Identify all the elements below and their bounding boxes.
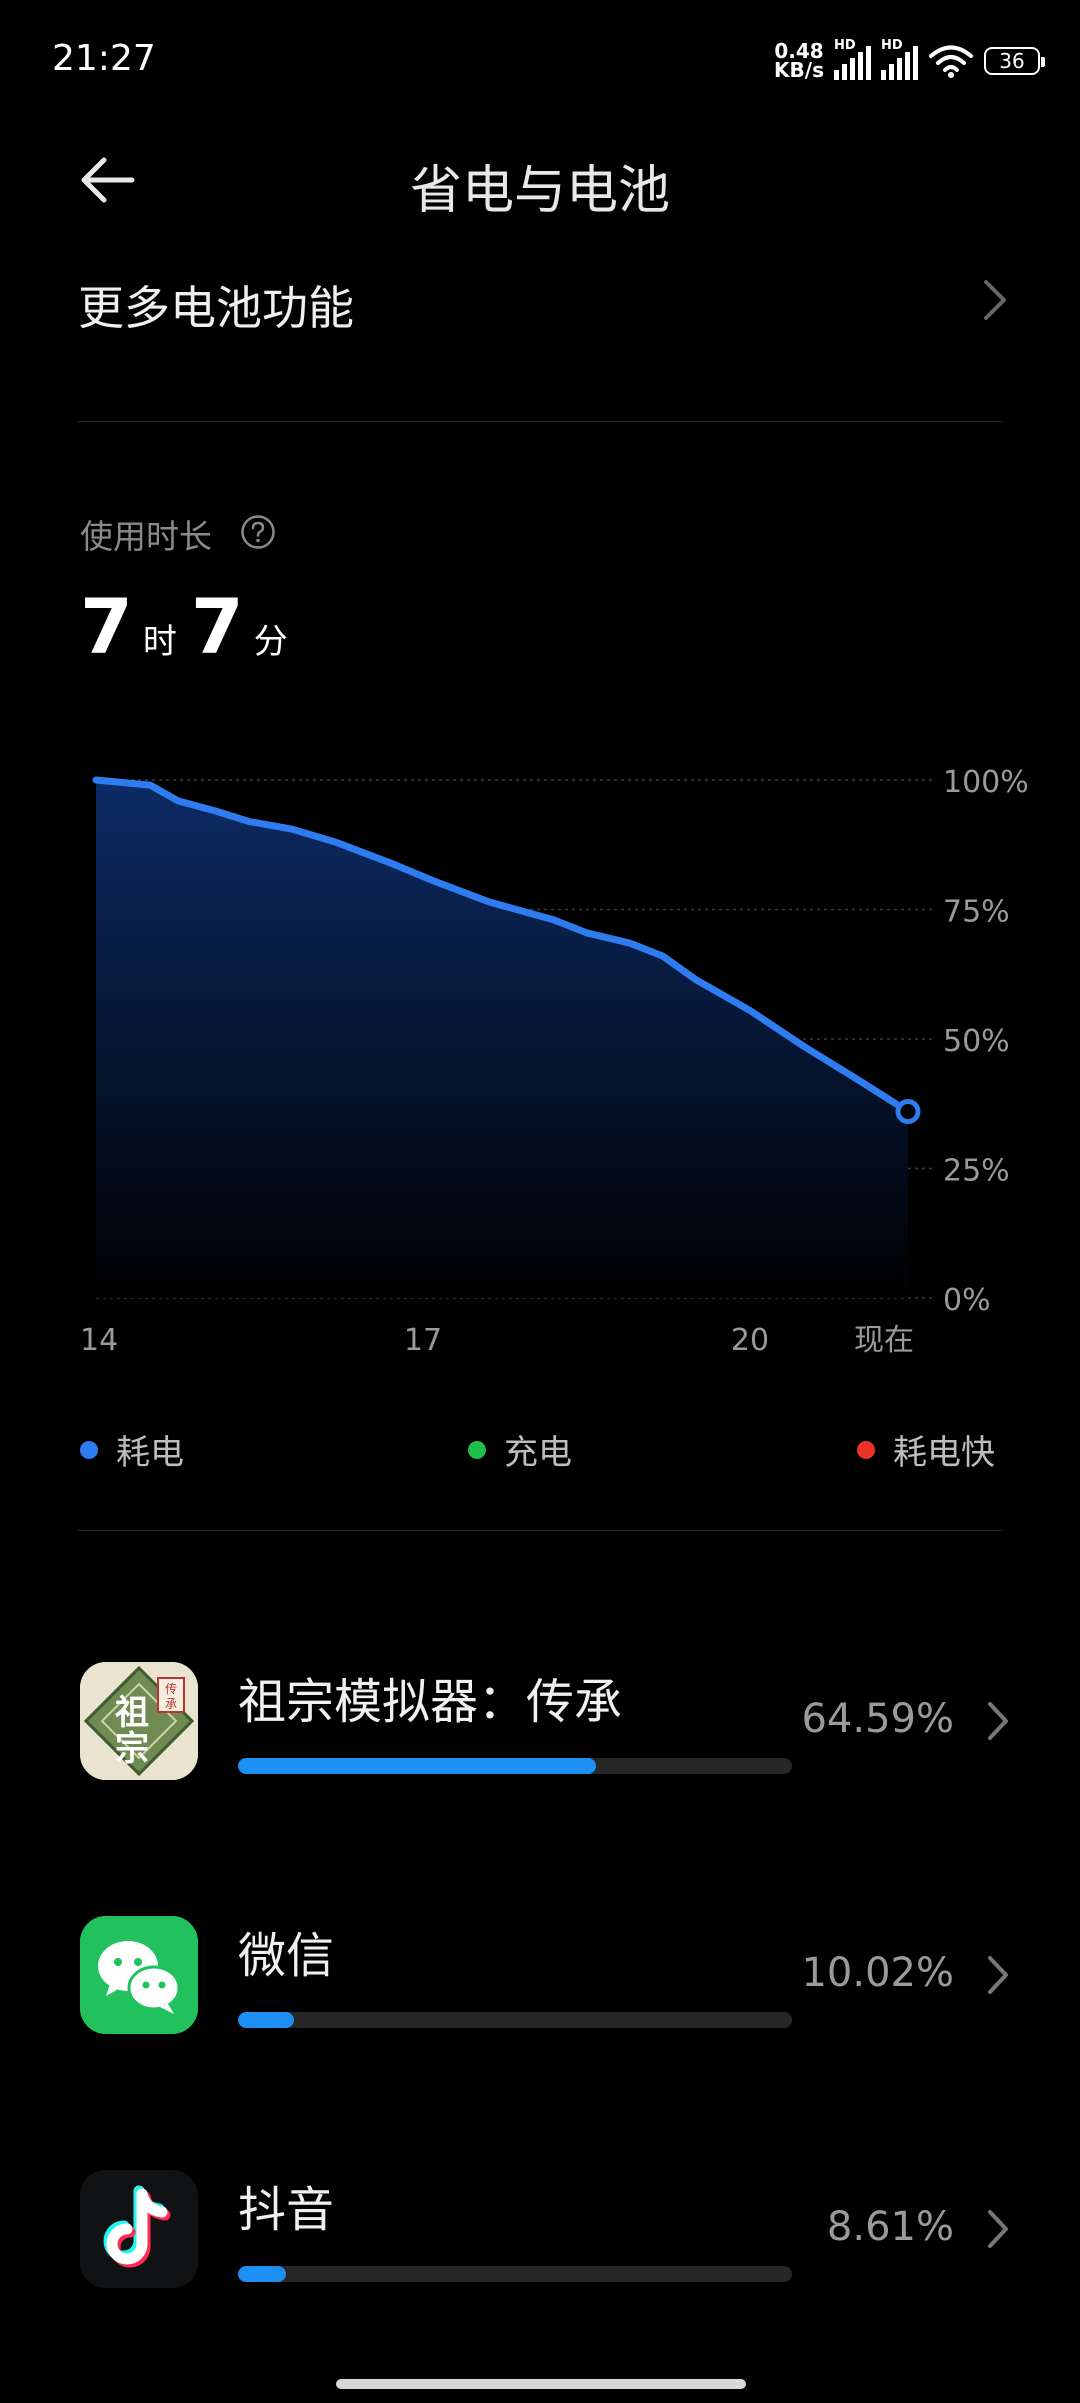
usage-time-value: 7时7分 xyxy=(80,582,302,671)
app-row-ancestor-sim[interactable]: 祖 宗 传 承 祖宗模拟器：传承 64.59% xyxy=(80,1662,1010,1782)
douyin-icon xyxy=(80,2170,198,2288)
signal-hd-label: HD xyxy=(834,38,856,53)
usage-bar-fill xyxy=(238,2266,286,2282)
more-battery-features-label: 更多电池功能 xyxy=(78,281,354,335)
usage-minutes: 7 xyxy=(190,582,244,671)
signal-icon: HD xyxy=(881,38,918,80)
x-tick-label: 20 xyxy=(731,1323,769,1358)
y-tick-label: 50% xyxy=(943,1024,1010,1059)
page-title: 省电与电池 xyxy=(409,161,670,221)
signal-icon: HD xyxy=(834,38,871,80)
chevron-right-icon xyxy=(988,1702,1008,1740)
x-tick-label: 现在 xyxy=(854,1323,914,1358)
divider xyxy=(78,1530,1003,1531)
usage-minutes-unit: 分 xyxy=(253,622,288,662)
current-level-point xyxy=(895,1099,921,1125)
battery-level-chart: 100% 75% 50% 25% 0% 14 17 20 现在 xyxy=(80,765,1029,1358)
network-speed-unit: KB/s xyxy=(774,58,824,82)
legend-item-charge: 充电 xyxy=(468,1425,572,1474)
app-name: 抖音 xyxy=(238,2182,335,2238)
app-row-wechat[interactable]: 微信 10.02% xyxy=(80,1916,1010,2036)
app-icon-glyph-2: 宗 xyxy=(115,1729,149,1769)
home-indicator[interactable] xyxy=(336,2379,746,2389)
app-usage-percent: 8.61% xyxy=(826,2204,954,2250)
y-tick-label: 75% xyxy=(943,895,1010,930)
y-tick-label: 0% xyxy=(943,1283,991,1318)
usage-bar xyxy=(238,1758,792,1774)
usage-time-label: 使用时长 xyxy=(80,517,212,556)
signal-hd-label: HD xyxy=(881,38,903,53)
wechat-icon xyxy=(80,1916,198,2034)
wifi-icon xyxy=(929,45,973,78)
usage-hours-unit: 时 xyxy=(142,622,177,662)
usage-bar xyxy=(238,2012,792,2028)
usage-bar xyxy=(238,2266,792,2282)
game-ancestor-icon: 祖 宗 传 承 xyxy=(80,1662,198,1780)
usage-bar-fill xyxy=(238,2012,294,2028)
legend-label: 充电 xyxy=(504,1433,572,1473)
battery-area-fill xyxy=(96,780,908,1298)
app-row-douyin[interactable]: 抖音 8.61% xyxy=(80,2170,1010,2290)
chevron-right-icon xyxy=(988,1956,1008,1994)
divider xyxy=(78,421,1003,422)
legend-label: 耗电 xyxy=(116,1433,184,1473)
status-time: 21:27 xyxy=(52,38,156,79)
legend-dot xyxy=(857,1440,875,1459)
legend-item-fast-drain: 耗电快 xyxy=(857,1425,995,1474)
y-tick-label: 25% xyxy=(943,1154,1010,1189)
network-speed: 0.48 KB/s xyxy=(774,41,824,82)
legend-dot xyxy=(80,1440,98,1459)
status-icons: 0.48 KB/s HD HD 36 xyxy=(774,38,1045,82)
legend-item-drain: 耗电 xyxy=(80,1425,184,1474)
usage-bar-fill xyxy=(238,1758,596,1774)
x-tick-label: 14 xyxy=(80,1323,118,1358)
app-icon-badge-2: 承 xyxy=(165,1697,177,1711)
app-usage-percent: 10.02% xyxy=(801,1950,954,1996)
app-icon-badge-1: 传 xyxy=(165,1681,177,1696)
app-usage-percent: 64.59% xyxy=(801,1696,954,1742)
app-icon-glyph-1: 祖 xyxy=(115,1693,149,1733)
x-tick-label: 17 xyxy=(404,1323,442,1358)
more-battery-features-row[interactable]: 更多电池功能 xyxy=(78,268,1008,335)
app-name: 祖宗模拟器：传承 xyxy=(238,1674,623,1730)
battery-level: 36 xyxy=(999,49,1025,73)
app-name: 微信 xyxy=(238,1928,335,1984)
legend-dot xyxy=(468,1440,486,1459)
chevron-right-icon xyxy=(984,280,1006,320)
question-circle-icon[interactable] xyxy=(240,514,276,550)
battery-icon: 36 xyxy=(984,47,1045,75)
y-tick-label: 100% xyxy=(943,765,1029,800)
usage-hours: 7 xyxy=(80,582,133,671)
chevron-right-icon xyxy=(988,2210,1008,2248)
legend-label: 耗电快 xyxy=(893,1433,995,1473)
